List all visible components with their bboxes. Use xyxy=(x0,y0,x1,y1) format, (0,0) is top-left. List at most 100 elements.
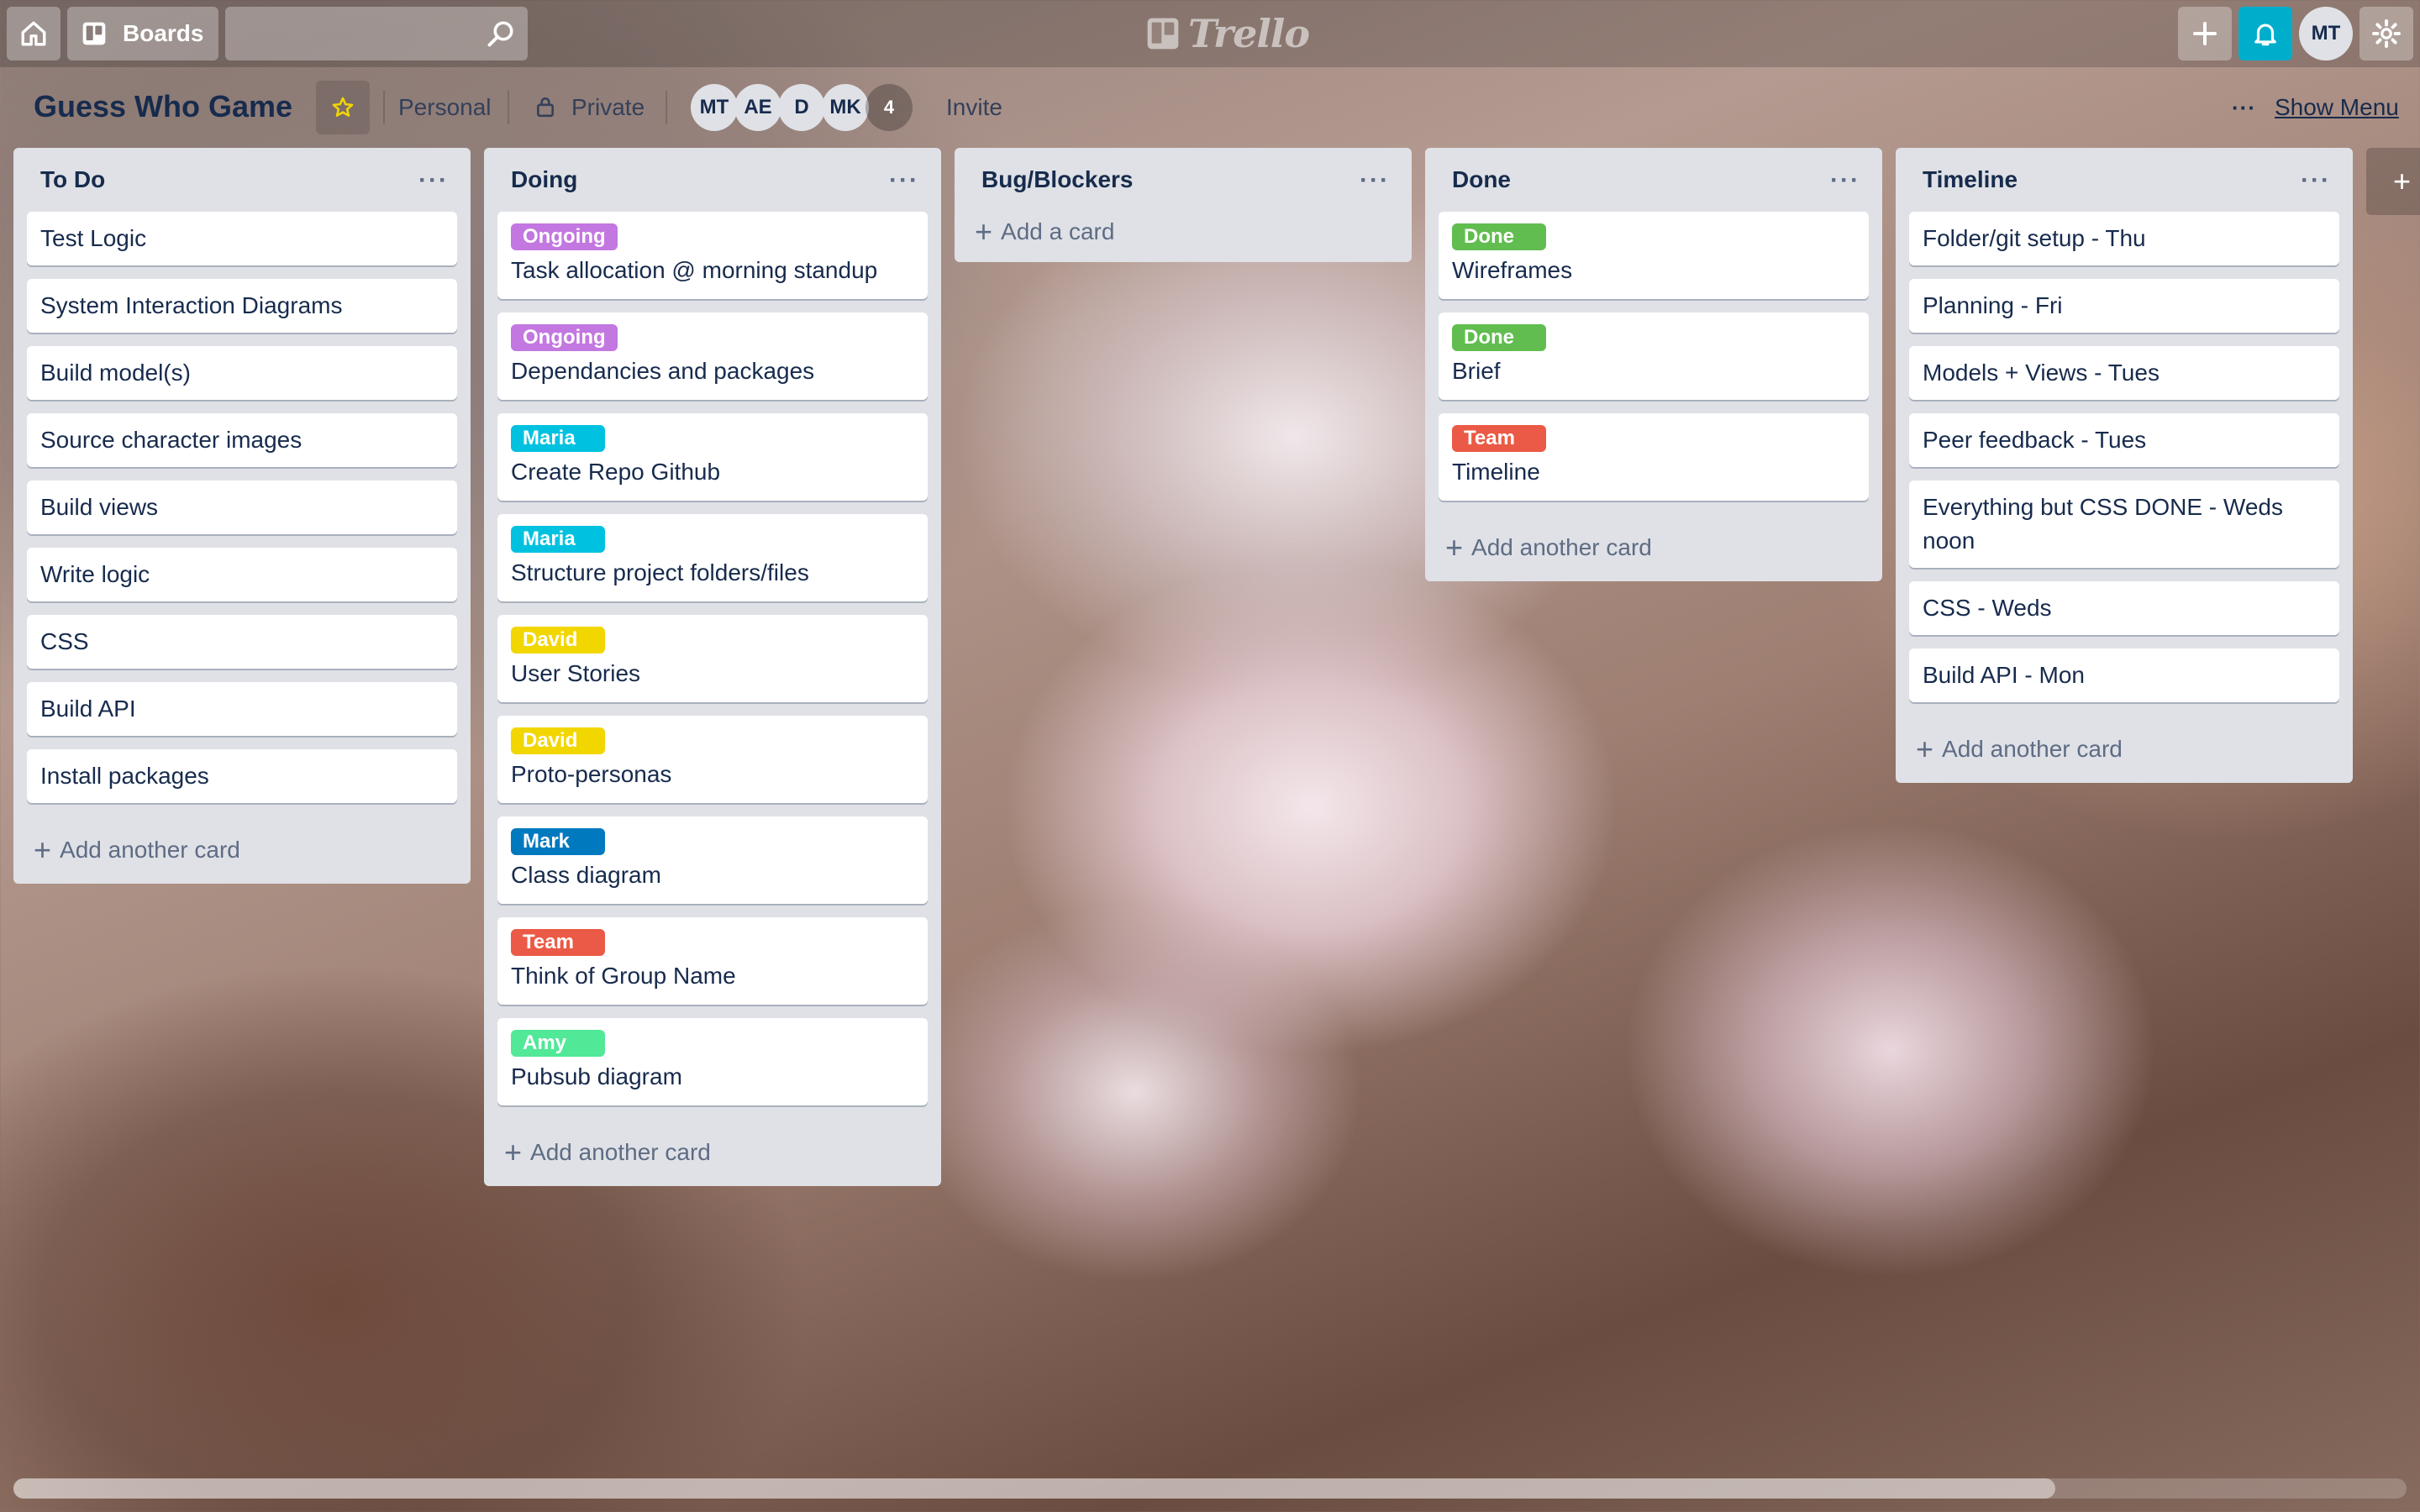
card[interactable]: Build API xyxy=(27,682,457,736)
list-bug-blockers: Bug/Blockers ··· + Add a card xyxy=(955,148,1412,262)
add-card-button[interactable]: + Add another card xyxy=(1909,716,2339,783)
card[interactable]: David Proto-personas xyxy=(497,716,928,803)
card[interactable]: Peer feedback - Tues xyxy=(1909,413,2339,467)
card-label[interactable]: Maria xyxy=(511,425,605,452)
list-title[interactable]: To Do xyxy=(40,166,105,193)
card[interactable]: Amy Pubsub diagram xyxy=(497,1018,928,1105)
card-label[interactable]: Team xyxy=(1452,425,1546,452)
card[interactable]: Write logic xyxy=(27,548,457,601)
add-card-button[interactable]: + Add another card xyxy=(1439,514,1869,581)
member-avatar[interactable]: D xyxy=(778,84,825,131)
plus-icon: + xyxy=(1445,530,1464,564)
privacy-button[interactable]: Private xyxy=(571,94,644,121)
plus-icon: + xyxy=(975,214,993,249)
star-button[interactable] xyxy=(316,81,370,134)
card-title: Models + Views - Tues xyxy=(1923,360,2160,386)
list-header: Bug/Blockers ··· xyxy=(968,148,1398,212)
card[interactable]: Mark Class diagram xyxy=(497,816,928,904)
member-overflow-count[interactable]: 4 xyxy=(865,84,913,131)
card[interactable]: Everything but CSS DONE - Weds noon xyxy=(1909,480,2339,568)
list-menu-icon[interactable]: ··· xyxy=(889,166,919,195)
invite-button[interactable]: Invite xyxy=(946,94,1002,121)
more-icon: ··· xyxy=(2232,94,2256,120)
card-label[interactable]: Done xyxy=(1452,324,1546,351)
team-visibility-button[interactable]: Personal xyxy=(398,94,492,121)
card-title: Everything but CSS DONE - Weds noon xyxy=(1923,494,2283,554)
card-title: Install packages xyxy=(40,763,209,789)
member-avatar[interactable]: MT xyxy=(691,84,738,131)
card[interactable]: Team Think of Group Name xyxy=(497,917,928,1005)
card-title: Build API - Mon xyxy=(1923,662,2085,688)
list-title[interactable]: Bug/Blockers xyxy=(981,166,1134,193)
card-label[interactable]: Amy xyxy=(511,1030,605,1057)
card[interactable]: Test Logic xyxy=(27,212,457,265)
card[interactable]: Maria Create Repo Github xyxy=(497,413,928,501)
list-menu-icon[interactable]: ··· xyxy=(2301,166,2331,195)
search-icon[interactable] xyxy=(486,18,516,49)
card[interactable]: Models + Views - Tues xyxy=(1909,346,2339,400)
card[interactable]: Folder/git setup - Thu xyxy=(1909,212,2339,265)
add-card-label: Add another card xyxy=(60,837,240,863)
card[interactable]: Ongoing Task allocation @ morning standu… xyxy=(497,212,928,299)
board-title[interactable]: Guess Who Game xyxy=(34,89,292,124)
notifications-button[interactable] xyxy=(2238,7,2292,60)
card[interactable]: David User Stories xyxy=(497,615,928,702)
trello-logo[interactable]: Trello xyxy=(1146,11,1310,56)
list-title[interactable]: Done xyxy=(1452,166,1511,193)
list-title[interactable]: Doing xyxy=(511,166,577,193)
add-card-label: Add another card xyxy=(530,1139,711,1165)
user-avatar[interactable]: MT xyxy=(2299,7,2353,60)
card[interactable]: CSS - Weds xyxy=(1909,581,2339,635)
card-title: Dependancies and packages xyxy=(511,358,815,384)
list-header: To Do ··· xyxy=(27,148,457,212)
card[interactable]: Source character images xyxy=(27,413,457,467)
card-label[interactable]: Done xyxy=(1452,223,1546,250)
header-divider xyxy=(383,91,385,124)
list-menu-icon[interactable]: ··· xyxy=(1830,166,1860,195)
card-label[interactable]: Ongoing xyxy=(511,324,618,351)
header-divider xyxy=(508,91,509,124)
add-card-button[interactable]: + Add another card xyxy=(27,816,457,884)
card[interactable]: Ongoing Dependancies and packages xyxy=(497,312,928,400)
card[interactable]: CSS xyxy=(27,615,457,669)
list-menu-icon[interactable]: ··· xyxy=(1360,166,1390,195)
boards-button[interactable]: Boards xyxy=(67,7,218,60)
create-button[interactable] xyxy=(2178,7,2232,60)
list-title[interactable]: Timeline xyxy=(1923,166,2018,193)
card-label[interactable]: Mark xyxy=(511,828,605,855)
card[interactable]: Build API - Mon xyxy=(1909,648,2339,702)
card[interactable]: Maria Structure project folders/files xyxy=(497,514,928,601)
card[interactable]: Done Wireframes xyxy=(1439,212,1869,299)
card[interactable]: Install packages xyxy=(27,749,457,803)
card[interactable]: Build views xyxy=(27,480,457,534)
plus-icon: + xyxy=(504,1135,523,1169)
settings-button[interactable] xyxy=(2360,7,2413,60)
show-menu-button[interactable]: ··· Show Menu xyxy=(2232,94,2399,121)
top-bar: Boards Trello MT xyxy=(0,0,2420,67)
card-title: Proto-personas xyxy=(511,761,672,787)
search-input[interactable] xyxy=(225,7,482,59)
add-list-button[interactable]: + xyxy=(2366,148,2420,215)
card[interactable]: Build model(s) xyxy=(27,346,457,400)
card-label[interactable]: Maria xyxy=(511,526,605,553)
add-card-button[interactable]: + Add another card xyxy=(497,1119,928,1186)
home-button[interactable] xyxy=(7,7,60,60)
card-title: Create Repo Github xyxy=(511,459,721,485)
card[interactable]: System Interaction Diagrams xyxy=(27,279,457,333)
card-label[interactable]: Team xyxy=(511,929,605,956)
plus-icon xyxy=(2193,22,2217,45)
list-menu-icon[interactable]: ··· xyxy=(418,166,449,195)
horizontal-scrollbar-thumb[interactable] xyxy=(13,1478,2055,1499)
plus-icon: + xyxy=(2393,164,2412,198)
card-label[interactable]: Ongoing xyxy=(511,223,618,250)
card-title: Brief xyxy=(1452,358,1501,384)
card-label[interactable]: David xyxy=(511,727,605,754)
card[interactable]: Team Timeline xyxy=(1439,413,1869,501)
plus-icon: + xyxy=(1916,732,1934,766)
search-box[interactable] xyxy=(225,7,528,60)
card[interactable]: Planning - Fri xyxy=(1909,279,2339,333)
card[interactable]: Done Brief xyxy=(1439,312,1869,400)
member-avatar[interactable]: AE xyxy=(734,84,781,131)
card-label[interactable]: David xyxy=(511,627,605,654)
member-avatar[interactable]: MK xyxy=(822,84,869,131)
